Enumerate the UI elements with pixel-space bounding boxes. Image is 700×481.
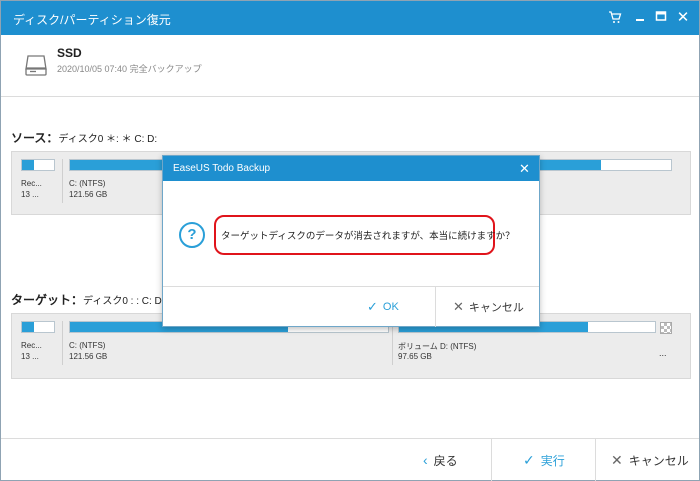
title-bar: ディスク/パーティション復元 ✕ — [1, 1, 699, 35]
partition-size: 121.56 GB — [69, 352, 108, 361]
close-icon[interactable]: ✕ — [675, 10, 691, 26]
backup-name: SSD — [57, 46, 82, 60]
ok-button[interactable]: ✓ OK — [367, 287, 399, 327]
partition-divider — [62, 159, 63, 203]
check-icon: ✓ — [523, 451, 535, 468]
dialog-button-row: ✓ OK ✕ キャンセル — [163, 286, 539, 327]
footer-cancel-label: キャンセル — [628, 453, 689, 468]
partition-divider — [392, 321, 393, 365]
dialog-close-icon[interactable]: ✕ — [519, 161, 530, 177]
minimize-icon[interactable] — [632, 10, 648, 26]
unallocated-icon[interactable] — [660, 322, 672, 334]
dialog-title-bar: EaseUS Todo Backup ✕ — [163, 156, 539, 181]
ok-label: OK — [382, 301, 399, 313]
check-icon: ✓ — [367, 299, 378, 314]
footer-divider — [491, 439, 492, 481]
source-label-row: ソース：ディスク0 ＊: ＊ C: D: — [11, 129, 157, 146]
footer-divider — [595, 439, 596, 481]
more-indicator: ... — [659, 348, 667, 358]
partition-name: Rec... — [21, 179, 42, 188]
source-label: ソース： — [11, 131, 59, 145]
target-detail: ディスク0 : : C: D: — [83, 296, 165, 307]
footer-bar: ‹ 戻る ✓ 実行 ✕ キャンセル — [1, 438, 699, 481]
x-icon: ✕ — [453, 299, 464, 314]
drive-icon — [25, 53, 47, 77]
backup-timestamp: 2020/10/05 07:40 完全バックアップ — [57, 64, 202, 74]
dialog-cancel-label: キャンセル — [468, 302, 524, 314]
question-icon: ? — [179, 222, 205, 248]
partition-name: Rec... — [21, 341, 42, 350]
partition-size: 121.56 GB — [69, 190, 108, 199]
window-title: ディスク/パーティション復元 — [13, 13, 171, 27]
partition-size: 13 ... — [21, 352, 39, 361]
execute-button[interactable]: ✓ 実行 — [523, 439, 565, 481]
target-label-row: ターゲット：ディスク0 : : C: D: — [11, 291, 165, 308]
partition-divider — [62, 321, 63, 365]
x-icon: ✕ — [611, 451, 623, 468]
partition-size: 13 ... — [21, 190, 39, 199]
partition-size: 97.65 GB — [398, 352, 432, 361]
restore-window: ディスク/パーティション復元 ✕ SSD 2020/10/05 07:40 完全… — [0, 0, 700, 481]
confirm-dialog: EaseUS Todo Backup ✕ ? ターゲットディスクのデータが消去さ… — [162, 155, 540, 327]
backup-header: SSD 2020/10/05 07:40 完全バックアップ — [1, 35, 699, 97]
partition-name: C: (NTFS) — [69, 179, 106, 188]
partition-name: C: (NTFS) — [69, 341, 106, 350]
dialog-title: EaseUS Todo Backup — [173, 163, 271, 174]
footer-cancel-button[interactable]: ✕ キャンセル — [611, 439, 689, 481]
target-label: ターゲット： — [11, 293, 84, 307]
back-button[interactable]: ‹ 戻る — [423, 439, 458, 481]
dialog-button-divider — [435, 287, 436, 327]
maximize-icon[interactable] — [653, 10, 669, 26]
chevron-left-icon: ‹ — [423, 452, 428, 468]
source-detail: ディスク0 ＊: ＊ C: D: — [58, 134, 158, 145]
dialog-message: ターゲットディスクのデータが消去されますが、本当に続けますか？ — [221, 231, 515, 242]
partition-name: ボリューム D: (NTFS) — [398, 342, 477, 351]
dialog-cancel-button[interactable]: ✕ キャンセル — [453, 287, 524, 327]
execute-label: 実行 — [540, 453, 565, 468]
back-label: 戻る — [433, 453, 458, 468]
cart-icon[interactable] — [607, 10, 623, 26]
